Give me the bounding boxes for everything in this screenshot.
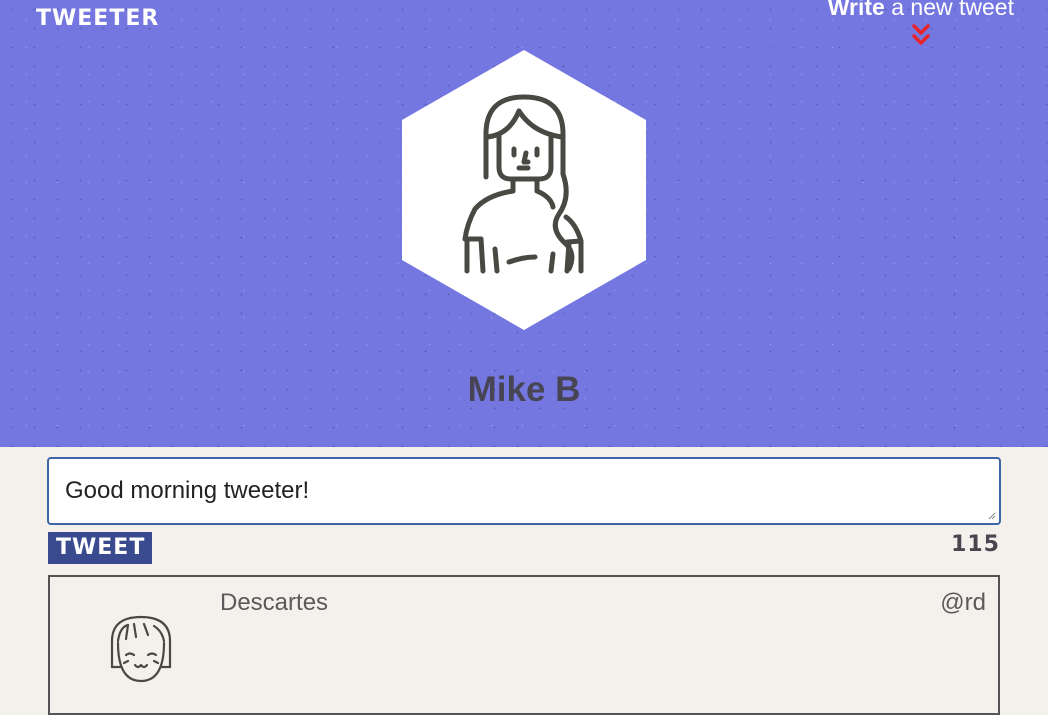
profile-header: TWEETER Write a new tweet Mike B	[0, 0, 1048, 447]
tweet-author-handle: @rd	[940, 589, 986, 616]
profile-username: Mike B	[467, 370, 581, 409]
tweet-submit-button[interactable]: TWEET	[48, 532, 152, 564]
compose-link-rest: a new tweet	[884, 0, 1014, 20]
girl-avatar-icon	[110, 615, 172, 683]
tweet-composer[interactable]: Good morning tweeter!	[47, 457, 1001, 525]
tweet-author-name: Descartes	[220, 589, 329, 616]
resize-grip-icon[interactable]	[988, 512, 996, 520]
app-logo[interactable]: TWEETER	[36, 6, 159, 31]
double-chevron-down-icon[interactable]	[911, 23, 931, 47]
write-new-tweet-link[interactable]: Write a new tweet	[828, 0, 1014, 47]
tweet-text-input[interactable]: Good morning tweeter!	[49, 459, 999, 523]
char-counter: 115	[951, 532, 1000, 557]
compose-link-strong: Write	[827, 0, 885, 20]
tweet-card: Descartes @rd	[48, 575, 1000, 715]
profile-avatar	[402, 50, 646, 330]
